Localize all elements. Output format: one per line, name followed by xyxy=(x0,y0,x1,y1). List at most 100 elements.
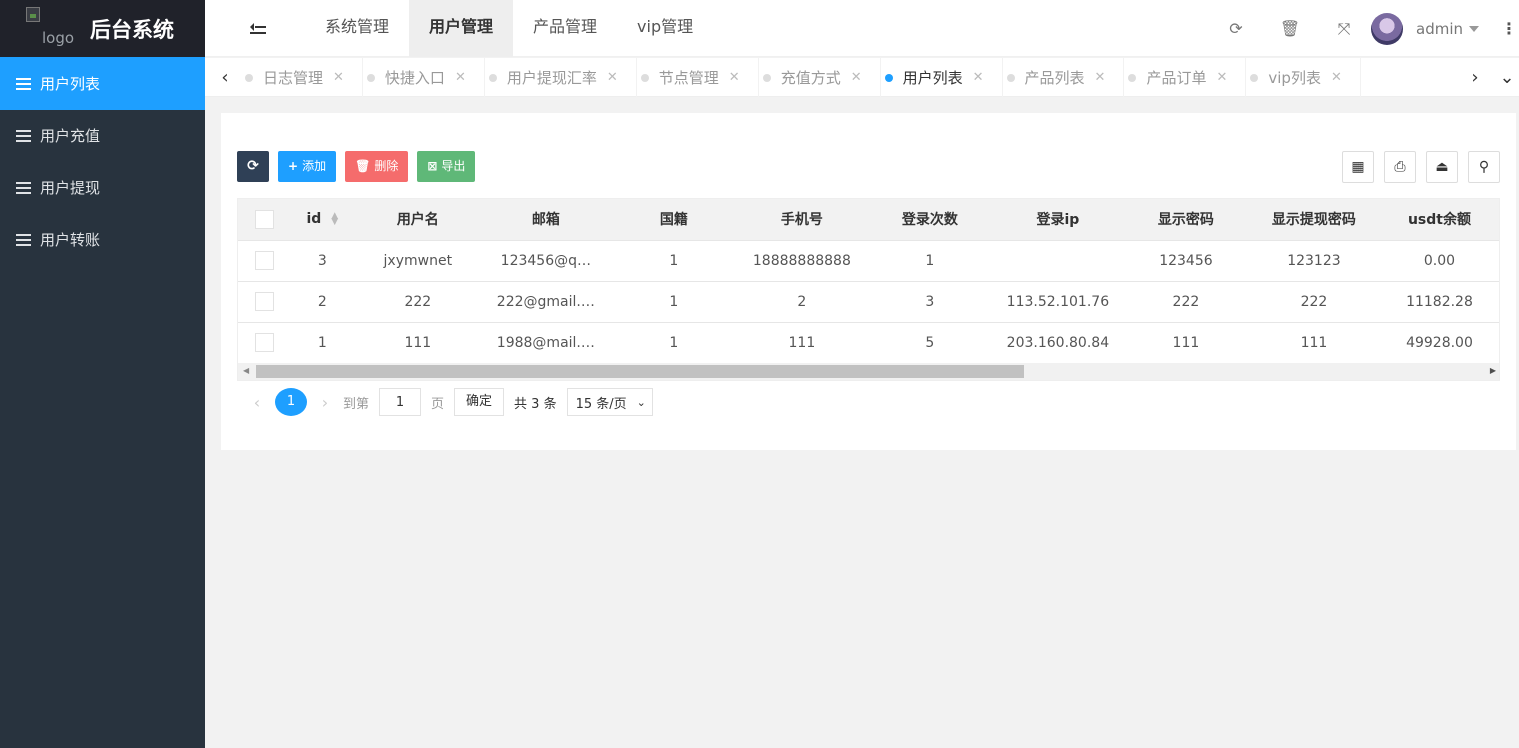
excel-icon: ⊠ xyxy=(427,159,438,173)
scroll-left-icon[interactable]: ◀ xyxy=(243,366,249,375)
total-count: 共 3 条 xyxy=(514,396,557,412)
nav-product-management[interactable]: 产品管理 xyxy=(513,0,617,57)
column-header-withdraw-password: 显示提现密码 xyxy=(1249,199,1378,241)
cell-username: jxymwnet xyxy=(353,240,482,282)
scroll-right-icon[interactable]: ▶ xyxy=(1490,366,1496,375)
chevron-down-icon: ⌄ xyxy=(636,395,646,409)
nav-vip-management[interactable]: vip管理 xyxy=(617,0,713,57)
chevron-right-icon[interactable]: › xyxy=(1459,58,1491,97)
tab-withdraw-rate[interactable]: 用户提现汇率 ✕ xyxy=(485,58,637,97)
scrollbar-thumb[interactable] xyxy=(256,365,1024,378)
goto-page-input[interactable] xyxy=(379,388,422,416)
select-all-cell xyxy=(238,199,291,241)
tab-node-management[interactable]: 节点管理 ✕ xyxy=(637,58,759,97)
more-vertical-icon[interactable]: ⋮ xyxy=(1499,19,1519,38)
sort-icon[interactable]: ▲ ▼ xyxy=(331,212,338,227)
cell-email: 1988@mail.… xyxy=(481,322,610,364)
horizontal-scrollbar[interactable]: ◀ ▶ xyxy=(238,363,1499,380)
broken-image-icon xyxy=(26,7,40,22)
fullscreen-icon[interactable]: ⤧ xyxy=(1317,0,1371,57)
close-icon[interactable]: ✕ xyxy=(333,59,344,97)
chevron-down-icon[interactable]: ⌄ xyxy=(1491,58,1519,97)
list-icon xyxy=(16,234,31,246)
pagination: ‹ 1 › 到第 页 确定 共 3 条 15 条/页 ⌄ xyxy=(245,387,653,417)
columns-icon[interactable]: ▦ xyxy=(1342,151,1374,183)
column-header-phone: 手机号 xyxy=(737,199,866,241)
export-icon[interactable]: ⏏ xyxy=(1426,151,1458,183)
tab-quick-entry[interactable]: 快捷入口 ✕ xyxy=(363,58,485,97)
cell-username: 222 xyxy=(353,281,482,323)
table-header-row: id ▲ ▼ 用户名 邮箱 国籍 手机号 登录次数 登录ip 显示密码 显示提现密码… xyxy=(238,199,1499,241)
header-tools: ⟳ 🗑︎ ⤧ admin ⋮ xyxy=(1209,0,1519,57)
close-icon[interactable]: ✕ xyxy=(1331,59,1342,97)
username[interactable]: admin xyxy=(1416,20,1463,38)
cell-withdraw-password: 222 xyxy=(1249,281,1378,323)
top-header: 系统管理 用户管理 产品管理 vip管理 ⟳ 🗑︎ ⤧ admin ⋮ xyxy=(205,0,1519,57)
tab-product-orders[interactable]: 产品订单 ✕ xyxy=(1124,58,1247,97)
cell-usdt-balance: 11182.28 xyxy=(1377,281,1499,323)
table-row[interactable]: 3 jxymwnet 123456@q… 1 18888888888 1 123… xyxy=(238,240,1499,282)
sidebar-item-user-recharge[interactable]: 用户充值 xyxy=(0,110,205,162)
tab-dot-icon xyxy=(366,73,375,82)
tab-recharge-method[interactable]: 充值方式 ✕ xyxy=(759,58,881,97)
refresh-icon: ⟳ xyxy=(247,158,259,174)
table-row[interactable]: 2 222 222@gmail.… 1 2 3 113.52.101.76 22… xyxy=(238,281,1499,323)
select-all-checkbox[interactable] xyxy=(254,209,274,229)
sidebar-item-user-list[interactable]: 用户列表 xyxy=(0,57,205,110)
column-header-id[interactable]: id ▲ ▼ xyxy=(290,199,354,241)
tab-vip-list[interactable]: vip列表 ✕ xyxy=(1246,58,1361,97)
add-button[interactable]: + 添加 xyxy=(278,151,337,182)
cell-password: 123456 xyxy=(1121,240,1250,282)
delete-button[interactable]: 🗑︎ 删除 xyxy=(345,151,409,182)
cell-phone: 2 xyxy=(737,281,866,323)
goto-confirm-button[interactable]: 确定 xyxy=(454,388,505,416)
sidebar-item-user-transfer[interactable]: 用户转账 xyxy=(0,214,205,266)
logo-area: logo 后台系统 xyxy=(0,0,205,57)
export-button[interactable]: ⊠ 导出 xyxy=(417,151,476,182)
table-row[interactable]: 1 111 1988@mail.… 1 111 5 203.160.80.84 … xyxy=(238,322,1499,364)
nav-user-management[interactable]: 用户管理 xyxy=(409,0,514,57)
cell-nationality: 1 xyxy=(609,322,738,364)
list-icon xyxy=(16,77,31,90)
close-icon[interactable]: ✕ xyxy=(1216,59,1227,97)
add-button-label: 添加 xyxy=(302,159,327,173)
tab-label: 快捷入口 xyxy=(384,68,445,87)
cell-id: 3 xyxy=(290,240,354,282)
row-checkbox[interactable] xyxy=(254,251,274,270)
row-checkbox[interactable] xyxy=(254,333,274,352)
nav-system-management[interactable]: 系统管理 xyxy=(305,0,409,57)
data-table: id ▲ ▼ 用户名 邮箱 国籍 手机号 登录次数 登录ip 显示密码 显示提现密码… xyxy=(237,198,1500,381)
tab-log-management[interactable]: 日志管理 ✕ xyxy=(241,58,363,97)
chevron-left-icon[interactable]: ‹ xyxy=(245,393,269,412)
close-icon[interactable]: ✕ xyxy=(455,59,466,97)
chevron-right-icon[interactable]: › xyxy=(313,393,337,412)
search-icon[interactable]: ⚲ xyxy=(1468,151,1500,183)
sidebar-item-user-withdraw[interactable]: 用户提现 xyxy=(0,162,205,214)
refresh-icon[interactable]: ⟳ xyxy=(1209,0,1263,57)
close-icon[interactable]: ✕ xyxy=(851,59,862,97)
tab-user-list[interactable]: 用户列表 ✕ xyxy=(881,58,1003,97)
close-icon[interactable]: ✕ xyxy=(1095,59,1106,97)
close-icon[interactable]: ✕ xyxy=(729,59,740,97)
print-icon[interactable]: ⎙ xyxy=(1384,151,1416,183)
chevron-down-icon[interactable] xyxy=(1469,25,1479,32)
logo-image: logo xyxy=(26,7,78,47)
row-checkbox[interactable] xyxy=(254,292,274,311)
page-size-select[interactable]: 15 条/页 ⌄ xyxy=(566,388,653,416)
current-page[interactable]: 1 xyxy=(275,388,307,416)
chevron-left-icon[interactable]: ‹ xyxy=(209,58,241,97)
tab-dot-icon xyxy=(1128,73,1137,82)
page-unit-label: 页 xyxy=(431,396,445,412)
close-icon[interactable]: ✕ xyxy=(973,59,984,97)
sidebar-toggle-icon[interactable] xyxy=(250,20,266,34)
app-title: 后台系统 xyxy=(90,18,174,42)
cell-email: 123456@q… xyxy=(481,240,610,282)
column-header-login-ip: 登录ip xyxy=(993,199,1122,241)
trash-icon[interactable]: 🗑︎ xyxy=(1263,0,1317,57)
tab-product-list[interactable]: 产品列表 ✕ xyxy=(1003,58,1125,97)
cell-email: 222@gmail.… xyxy=(481,281,610,323)
refresh-button[interactable]: ⟳ xyxy=(237,151,269,182)
close-icon[interactable]: ✕ xyxy=(607,59,618,97)
avatar[interactable] xyxy=(1371,12,1403,45)
column-header-usdt-balance: usdt余额 xyxy=(1377,199,1499,241)
